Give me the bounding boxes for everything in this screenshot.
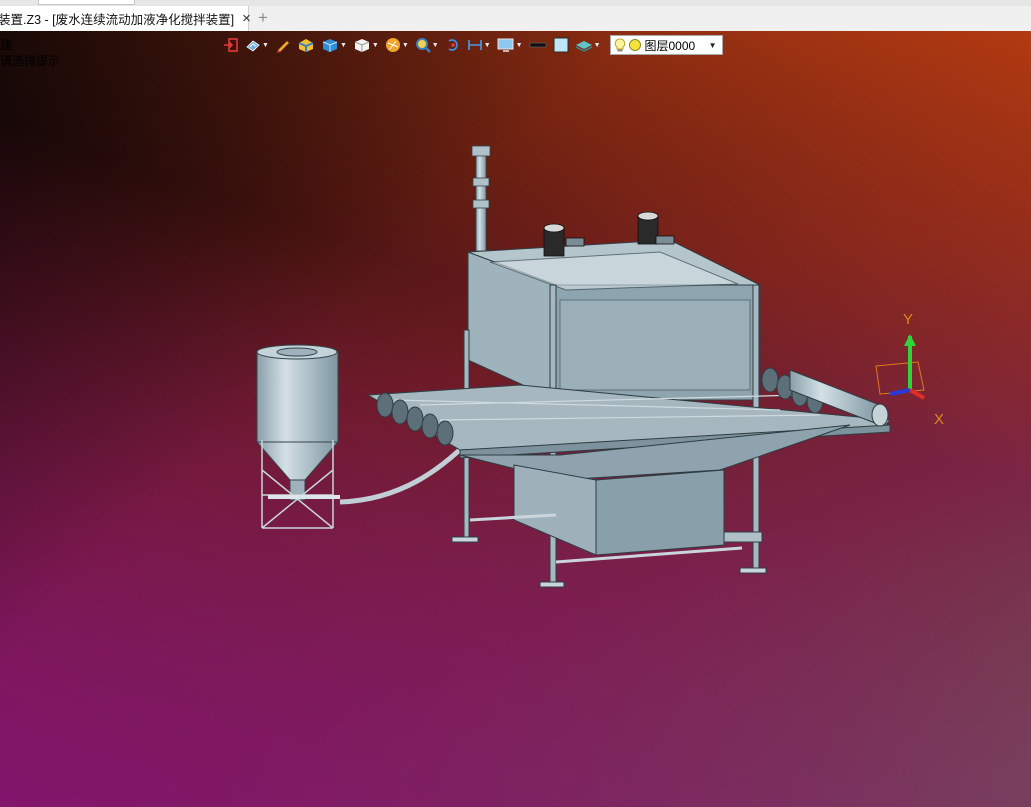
quick-access-field[interactable]: [38, 0, 135, 5]
vertical-pipe[interactable]: [471, 145, 491, 252]
document-tab-title: 装置.Z3 - [废水连续流动加液净化搅拌装置]: [0, 13, 235, 27]
close-icon[interactable]: ×: [242, 11, 251, 26]
3d-viewport[interactable]: 建 请选择提示 ▼ ▼ ▼ ▼ ▼ ▼ ▼ ▼ 图层0000 ▼ Y X: [0, 31, 1031, 807]
axis-triad-icon: [875, 334, 925, 400]
document-tab[interactable]: 装置.Z3 - [废水连续流动加液净化搅拌装置] ×: [0, 6, 251, 31]
document-tab-bar: 装置.Z3 - [废水连续流动加液净化搅拌装置] × +: [0, 0, 1031, 32]
view-orientation-triad[interactable]: Y X: [866, 311, 956, 428]
triad-x-label: X: [934, 411, 945, 428]
hopper-tank[interactable]: [255, 344, 340, 529]
add-tab-icon[interactable]: +: [258, 8, 268, 28]
feed-hose[interactable]: [339, 438, 472, 505]
triad-y-label: Y: [903, 311, 914, 328]
